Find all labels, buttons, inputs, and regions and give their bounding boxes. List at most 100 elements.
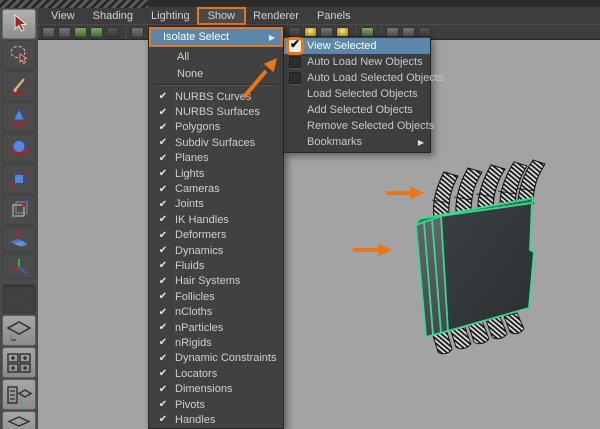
graph-pane-layout[interactable] xyxy=(2,411,36,429)
submenu-item[interactable]: View Selected ▶ xyxy=(284,37,430,54)
menu-item[interactable]: ✔ Deformers xyxy=(149,228,283,243)
checkmark-icon: ✔ xyxy=(158,260,168,272)
menu-item[interactable]: View xyxy=(42,9,84,23)
show-menu-actions: All None xyxy=(149,49,283,81)
camera-attributes-icon[interactable] xyxy=(58,27,71,38)
submenu-arrow-icon: ▶ xyxy=(268,32,275,42)
scale-tool[interactable] xyxy=(2,164,36,194)
checkmark-icon: ✔ xyxy=(158,352,168,364)
toolbar-left-icons xyxy=(42,26,144,39)
menu-item[interactable]: ✔ Fluids xyxy=(149,258,283,273)
checkmark-icon: ✔ xyxy=(158,383,168,395)
menu-item[interactable]: ✔ nParticles xyxy=(149,320,283,335)
show-menu-display-items: ✔ NURBS Curves ✔ NURBS Surfaces ✔ Polygo… xyxy=(149,89,283,428)
zoom-select-icon[interactable] xyxy=(106,27,119,38)
bookmark-bars-icon[interactable] xyxy=(74,27,87,38)
menu-item[interactable]: All xyxy=(149,49,283,64)
checkbox[interactable] xyxy=(289,56,301,68)
outliner-pane-icon xyxy=(7,385,33,404)
checkmark-icon: ✔ xyxy=(158,214,168,226)
axes-tool[interactable] xyxy=(2,253,36,279)
checkbox[interactable] xyxy=(289,72,301,84)
single-pane-layout[interactable] xyxy=(2,315,36,346)
menu-item-isolate-select[interactable]: Isolate Select ▶ xyxy=(149,27,283,47)
menu-item[interactable]: ✔ IK Handles xyxy=(149,212,283,227)
menu-item[interactable]: ✔ Dimensions xyxy=(149,381,283,396)
lasso-icon xyxy=(10,46,28,64)
panel-menu-bar: View Shading Lighting Show Renderer Pane… xyxy=(38,7,600,24)
menu-item[interactable]: Show xyxy=(198,8,245,23)
checkmark-icon: ✔ xyxy=(158,152,168,164)
menu-item[interactable]: Renderer xyxy=(244,9,308,23)
checkmark-icon: ✔ xyxy=(158,414,168,426)
checkmark-icon: ✔ xyxy=(158,137,168,149)
checkmark-icon: ✔ xyxy=(158,121,168,133)
cone-icon xyxy=(10,107,28,126)
menu-item[interactable]: ✔ nRigids xyxy=(149,335,283,350)
menu-item[interactable]: ✔ Subdiv Surfaces xyxy=(149,135,283,150)
single-pane-icon xyxy=(6,320,32,341)
menu-item[interactable]: ✔ Locators xyxy=(149,366,283,381)
menu-item[interactable]: ✔ NURBS Curves xyxy=(149,89,283,104)
paint-brush-icon xyxy=(10,78,25,95)
menu-item[interactable]: ✔ Handles xyxy=(149,412,283,427)
rotate-sphere-icon xyxy=(10,140,29,155)
four-pane-layout[interactable] xyxy=(2,347,36,378)
submenu-item[interactable]: Bookmarks ▶ xyxy=(284,134,430,150)
image-plane-icon[interactable] xyxy=(90,27,103,38)
camera-icon[interactable] xyxy=(42,27,55,38)
grid-icon[interactable] xyxy=(131,27,144,38)
empty-tool-slot[interactable] xyxy=(2,284,36,314)
submenu-item[interactable]: Load Selected Objects ▶ xyxy=(284,86,430,102)
axes-icon xyxy=(11,259,27,274)
checkmark-icon: ✔ xyxy=(158,368,168,380)
checkmark-icon: ✔ xyxy=(158,399,168,410)
checkmark-icon: ✔ xyxy=(158,245,168,257)
menu-item[interactable]: ✔ Dynamics xyxy=(149,243,283,258)
checkmark-icon: ✔ xyxy=(158,91,168,103)
submenu-item[interactable]: Auto Load New Objects ▶ xyxy=(284,54,430,70)
rotate-tool[interactable] xyxy=(2,133,36,163)
select-arrow-icon xyxy=(14,13,28,32)
submenu-item[interactable]: Add Selected Objects ▶ xyxy=(284,102,430,118)
menu-item[interactable]: Shading xyxy=(84,9,142,23)
scale-cube-icon xyxy=(10,170,28,188)
lasso-select-tool[interactable] xyxy=(2,40,36,70)
menu-separator xyxy=(154,84,278,86)
checkmark-icon: ✔ xyxy=(158,183,168,195)
move-tool[interactable] xyxy=(2,102,36,132)
checkmark-icon: ✔ xyxy=(158,106,168,118)
show-manipulator-tool[interactable] xyxy=(2,226,36,252)
submenu-item[interactable]: Auto Load Selected Objects ▶ xyxy=(284,70,443,86)
four-pane-icon xyxy=(7,352,31,373)
menu-item[interactable]: ✔ NURBS Surfaces xyxy=(149,104,283,119)
menu-item[interactable]: None xyxy=(149,66,283,81)
menu-item[interactable]: ✔ Dynamic Constraints xyxy=(149,351,283,366)
submenu-item[interactable]: Remove Selected Objects ▶ xyxy=(284,118,434,134)
checkbox[interactable] xyxy=(289,37,301,52)
menu-item[interactable]: ✔ Hair Systems xyxy=(149,274,283,289)
menu-item[interactable]: ✔ Cameras xyxy=(149,181,283,196)
menu-item[interactable]: ✔ Planes xyxy=(149,151,283,166)
menu-item[interactable]: ✔ Polygons xyxy=(149,120,283,135)
paint-select-tool[interactable] xyxy=(2,71,36,101)
menu-item[interactable]: ✔ nCloths xyxy=(149,304,283,319)
menu-item[interactable]: ✔ Joints xyxy=(149,197,283,212)
menu-item[interactable]: Panels xyxy=(308,9,360,23)
checkmark-icon: ✔ xyxy=(158,168,168,180)
menu-item[interactable]: ✔ Lights xyxy=(149,166,283,181)
checkmark-icon: ✔ xyxy=(158,291,168,303)
universal-manipulator-tool[interactable] xyxy=(2,195,36,225)
menu-item[interactable]: Lighting xyxy=(142,9,199,23)
submenu-arrow-icon: ▶ xyxy=(417,137,424,147)
menu-item[interactable]: ✔ Pivots xyxy=(149,397,283,412)
menu-item[interactable]: ✔ Follicles xyxy=(149,289,283,304)
outliner-pane-layout[interactable] xyxy=(2,379,36,410)
checkmark-icon: ✔ xyxy=(158,337,168,349)
show-menu-panel: Isolate Select ▶ All None ✔ NURBS Curves… xyxy=(148,26,284,429)
checkmark-icon: ✔ xyxy=(158,275,168,287)
select-tool[interactable] xyxy=(2,9,36,39)
separator[interactable] xyxy=(124,26,126,39)
checkmark-icon: ✔ xyxy=(158,229,168,241)
tool-box xyxy=(0,8,38,429)
